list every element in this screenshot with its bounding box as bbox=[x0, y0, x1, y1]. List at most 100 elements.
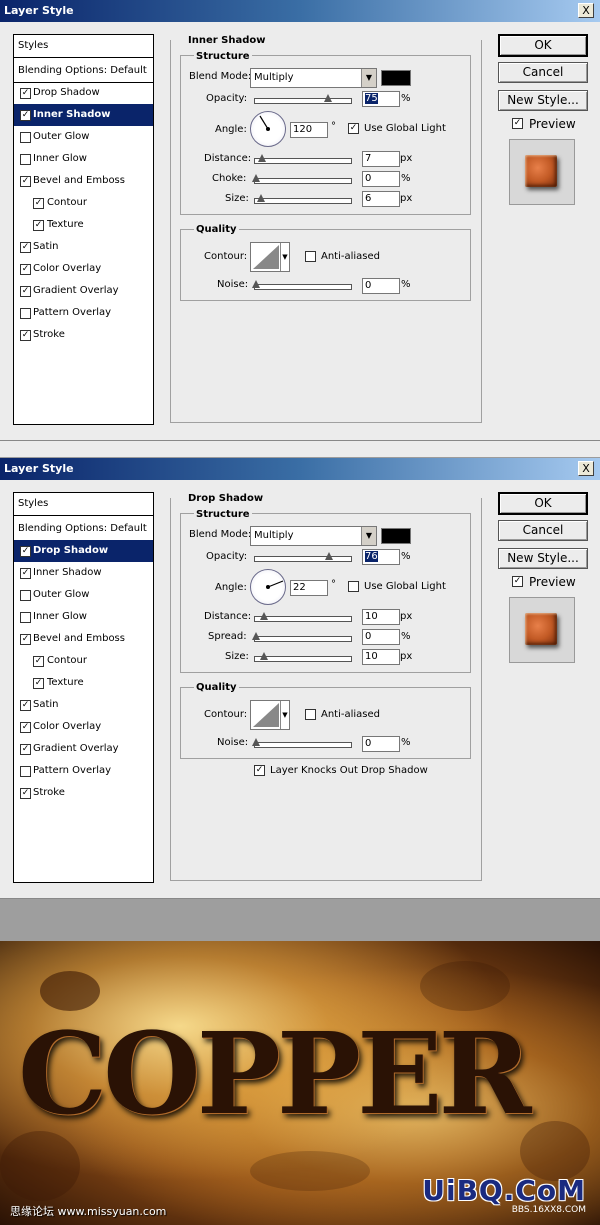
spread-slider[interactable] bbox=[252, 632, 352, 642]
anti-aliased-checkbox[interactable] bbox=[305, 251, 316, 262]
opacity-input[interactable]: 75 bbox=[362, 91, 400, 107]
style-item-checkbox[interactable] bbox=[20, 612, 31, 623]
style-item-checkbox[interactable]: ✓ bbox=[33, 198, 44, 209]
style-item-gradient-overlay[interactable]: ✓ Gradient Overlay bbox=[14, 738, 153, 760]
slider-knob[interactable] bbox=[252, 632, 260, 640]
style-item-checkbox[interactable]: ✓ bbox=[20, 264, 31, 275]
style-item-color-overlay[interactable]: ✓ Color Overlay bbox=[14, 716, 153, 738]
slider-knob[interactable] bbox=[258, 154, 266, 162]
style-item-contour[interactable]: ✓ Contour bbox=[14, 192, 153, 214]
style-item-checkbox[interactable] bbox=[20, 590, 31, 601]
style-item-checkbox[interactable]: ✓ bbox=[33, 656, 44, 667]
style-item-checkbox[interactable]: ✓ bbox=[33, 678, 44, 689]
noise-slider[interactable] bbox=[252, 280, 352, 290]
style-item-checkbox[interactable] bbox=[20, 132, 31, 143]
blend-mode-select[interactable]: Multiply ▼ bbox=[250, 526, 377, 546]
ok-button[interactable]: OK bbox=[498, 492, 588, 515]
style-item-inner-shadow[interactable]: ✓ Inner Shadow bbox=[14, 562, 153, 584]
style-item-bevel-and-emboss[interactable]: ✓ Bevel and Emboss bbox=[14, 628, 153, 650]
style-item-pattern-overlay[interactable]: Pattern Overlay bbox=[14, 302, 153, 324]
noise-slider[interactable] bbox=[252, 738, 352, 748]
style-item-inner-glow[interactable]: Inner Glow bbox=[14, 606, 153, 628]
slider-knob[interactable] bbox=[252, 280, 260, 288]
styles-header[interactable]: Styles bbox=[14, 493, 153, 516]
style-item-stroke[interactable]: ✓ Stroke bbox=[14, 782, 153, 804]
style-item-inner-shadow[interactable]: ✓ Inner Shadow bbox=[14, 104, 153, 126]
size-input[interactable]: 10 bbox=[362, 649, 400, 665]
cancel-button[interactable]: Cancel bbox=[498, 62, 588, 83]
angle-input[interactable]: 22 bbox=[290, 580, 328, 596]
slider-knob[interactable] bbox=[257, 194, 265, 202]
choke-input[interactable]: 0 bbox=[362, 171, 400, 187]
style-item-checkbox[interactable]: ✓ bbox=[20, 722, 31, 733]
style-item-satin[interactable]: ✓ Satin bbox=[14, 236, 153, 258]
anti-aliased-checkbox[interactable] bbox=[305, 709, 316, 720]
style-item-checkbox[interactable]: ✓ bbox=[20, 110, 31, 121]
style-item-checkbox[interactable] bbox=[20, 766, 31, 777]
style-item-checkbox[interactable] bbox=[20, 308, 31, 319]
distance-slider[interactable] bbox=[254, 612, 352, 622]
distance-input[interactable]: 7 bbox=[362, 151, 400, 167]
size-slider[interactable] bbox=[254, 652, 352, 662]
slider-knob[interactable] bbox=[252, 174, 260, 182]
choke-slider[interactable] bbox=[252, 174, 352, 184]
slider-knob[interactable] bbox=[260, 652, 268, 660]
style-item-gradient-overlay[interactable]: ✓ Gradient Overlay bbox=[14, 280, 153, 302]
opacity-input[interactable]: 76 bbox=[362, 549, 400, 565]
style-item-drop-shadow[interactable]: ✓ Drop Shadow bbox=[14, 82, 153, 104]
style-item-outer-glow[interactable]: Outer Glow bbox=[14, 126, 153, 148]
size-slider[interactable] bbox=[254, 194, 352, 204]
preview-checkbox[interactable]: ✓ bbox=[512, 118, 523, 129]
slider-knob[interactable] bbox=[324, 94, 332, 102]
blend-mode-select[interactable]: Multiply ▼ bbox=[250, 68, 377, 88]
knocks-out-checkbox[interactable]: ✓ bbox=[254, 765, 265, 776]
shadow-color-swatch[interactable] bbox=[381, 528, 411, 544]
noise-input[interactable]: 0 bbox=[362, 736, 400, 752]
angle-dial[interactable] bbox=[250, 111, 286, 147]
style-item-bevel-and-emboss[interactable]: ✓ Bevel and Emboss bbox=[14, 170, 153, 192]
slider-knob[interactable] bbox=[260, 612, 268, 620]
style-item-stroke[interactable]: ✓ Stroke bbox=[14, 324, 153, 346]
style-item-checkbox[interactable]: ✓ bbox=[33, 220, 44, 231]
style-item-checkbox[interactable]: ✓ bbox=[20, 176, 31, 187]
ok-button[interactable]: OK bbox=[498, 34, 588, 57]
blending-options[interactable]: Blending Options: Default bbox=[14, 60, 153, 83]
style-item-checkbox[interactable] bbox=[20, 154, 31, 165]
distance-input[interactable]: 10 bbox=[362, 609, 400, 625]
preview-checkbox[interactable]: ✓ bbox=[512, 576, 523, 587]
noise-input[interactable]: 0 bbox=[362, 278, 400, 294]
style-item-checkbox[interactable]: ✓ bbox=[20, 700, 31, 711]
style-item-checkbox[interactable]: ✓ bbox=[20, 242, 31, 253]
spread-input[interactable]: 0 bbox=[362, 629, 400, 645]
contour-picker[interactable]: ▼ bbox=[250, 700, 290, 730]
blending-options[interactable]: Blending Options: Default bbox=[14, 518, 153, 541]
style-item-inner-glow[interactable]: Inner Glow bbox=[14, 148, 153, 170]
style-item-texture[interactable]: ✓ Texture bbox=[14, 214, 153, 236]
style-item-color-overlay[interactable]: ✓ Color Overlay bbox=[14, 258, 153, 280]
size-input[interactable]: 6 bbox=[362, 191, 400, 207]
style-item-checkbox[interactable]: ✓ bbox=[20, 330, 31, 341]
style-item-checkbox[interactable]: ✓ bbox=[20, 744, 31, 755]
style-item-outer-glow[interactable]: Outer Glow bbox=[14, 584, 153, 606]
style-item-checkbox[interactable]: ✓ bbox=[20, 568, 31, 579]
style-item-texture[interactable]: ✓ Texture bbox=[14, 672, 153, 694]
style-item-checkbox[interactable]: ✓ bbox=[20, 546, 31, 557]
new-style-button[interactable]: New Style... bbox=[498, 90, 588, 111]
distance-slider[interactable] bbox=[254, 154, 352, 164]
opacity-slider[interactable] bbox=[254, 94, 352, 104]
style-item-drop-shadow[interactable]: ✓ Drop Shadow bbox=[14, 540, 153, 562]
style-item-satin[interactable]: ✓ Satin bbox=[14, 694, 153, 716]
angle-dial[interactable] bbox=[250, 569, 286, 605]
close-button[interactable]: X bbox=[578, 3, 594, 18]
angle-input[interactable]: 120 bbox=[290, 122, 328, 138]
cancel-button[interactable]: Cancel bbox=[498, 520, 588, 541]
opacity-slider[interactable] bbox=[254, 552, 352, 562]
contour-picker[interactable]: ▼ bbox=[250, 242, 290, 272]
slider-knob[interactable] bbox=[325, 552, 333, 560]
new-style-button[interactable]: New Style... bbox=[498, 548, 588, 569]
style-item-pattern-overlay[interactable]: Pattern Overlay bbox=[14, 760, 153, 782]
style-item-checkbox[interactable]: ✓ bbox=[20, 634, 31, 645]
use-global-light-checkbox[interactable] bbox=[348, 581, 359, 592]
style-item-contour[interactable]: ✓ Contour bbox=[14, 650, 153, 672]
shadow-color-swatch[interactable] bbox=[381, 70, 411, 86]
